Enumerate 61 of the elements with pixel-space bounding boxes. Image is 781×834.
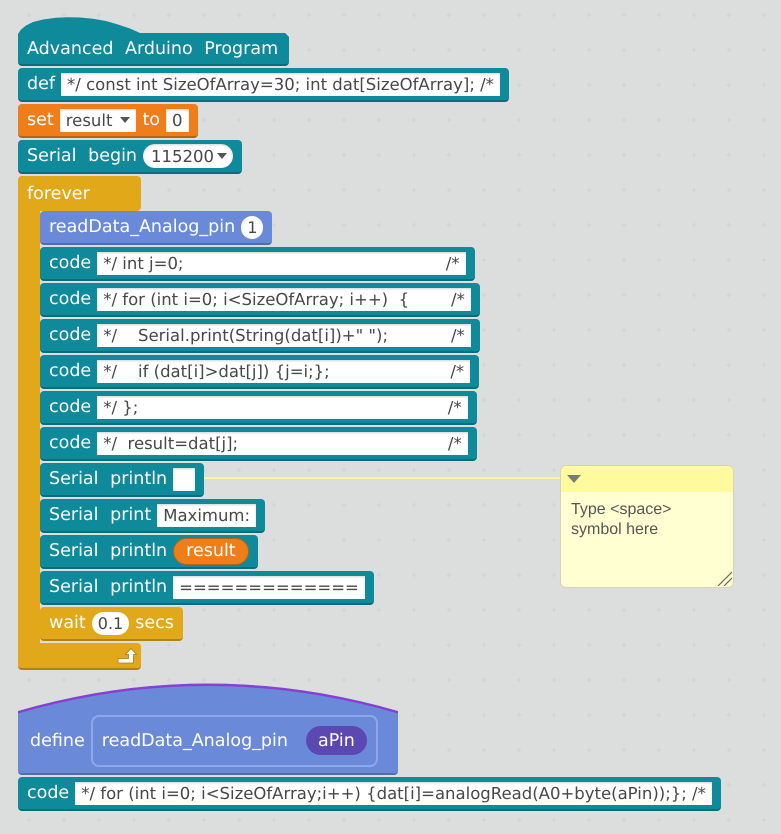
block-label: secs xyxy=(135,612,174,634)
block-label: code xyxy=(49,288,92,310)
text-input[interactable] xyxy=(173,468,196,490)
text-input[interactable]: */ for (int i=0; i<SizeOfArray; i++) { /* xyxy=(97,288,471,310)
number-input[interactable]: 1 xyxy=(241,216,264,238)
dropdown[interactable]: 115200 xyxy=(143,144,234,168)
script-block[interactable]: Serial print Maximum: xyxy=(40,499,266,533)
comment-text[interactable]: Type <space> symbol here xyxy=(571,500,723,540)
block-label: def xyxy=(27,73,56,95)
script-block[interactable]: Serial begin 115200 xyxy=(18,140,242,174)
block-label: Serial print xyxy=(49,504,152,526)
script-block[interactable]: def */ const int SizeOfArray=30; int dat[SizeOfArray]; /* xyxy=(18,68,509,102)
text-input[interactable]: */ Serial.print(String(dat[i])+" "); /* xyxy=(97,324,471,346)
block-label: readData_Analog_pin xyxy=(102,730,288,752)
block-label: Serial println xyxy=(49,576,168,598)
block-label: code xyxy=(49,360,92,382)
script-block[interactable]: Serial println xyxy=(40,463,204,497)
dropdown[interactable]: result xyxy=(60,108,136,132)
block-label: code xyxy=(49,432,92,454)
number-input[interactable]: 0.1 xyxy=(92,612,130,634)
block-label: Serial println xyxy=(49,468,168,490)
text-input[interactable]: */ }; /* xyxy=(97,396,468,418)
resize-handle-icon[interactable] xyxy=(716,570,732,586)
block-label: set xyxy=(27,109,54,131)
script-block[interactable]: code */ }; /* xyxy=(40,391,477,425)
script-block[interactable]: code */ if (dat[i]>dat[j]) {j=i;}; /* xyxy=(40,355,480,389)
script-block[interactable]: code */ int j=0; /* xyxy=(40,247,475,281)
script-block[interactable]: Serial println ============= xyxy=(40,571,374,605)
block-label: code xyxy=(49,252,92,274)
text-input[interactable]: */ if (dat[i]>dat[j]) {j=i;}; /* xyxy=(97,360,470,382)
block-label: forever xyxy=(27,182,90,204)
text-input[interactable]: */ int j=0; /* xyxy=(97,252,466,274)
script-block[interactable]: code */ result=dat[j]; /* xyxy=(40,427,477,461)
script-block[interactable]: code */ Serial.print(String(dat[i])+" "); /* xyxy=(40,319,480,353)
text-input[interactable]: Maximum: xyxy=(157,504,256,526)
block-label: Serial begin xyxy=(27,145,138,167)
script-block[interactable]: Serial println result xyxy=(40,535,258,569)
loop-arrow-icon xyxy=(117,648,137,664)
block-label: code xyxy=(49,324,92,346)
text-input[interactable]: */ const int SizeOfArray=30; int dat[SizeOfArray]; /* xyxy=(61,72,500,96)
block-label: define xyxy=(30,730,85,752)
text-input[interactable]: */ result=dat[j]; /* xyxy=(97,432,468,454)
script-block[interactable]: set result to 0 xyxy=(18,104,198,138)
block-label: Serial println xyxy=(49,540,168,562)
caret-icon xyxy=(120,117,130,123)
text-input[interactable]: ============= xyxy=(173,576,365,598)
collapse-triangle-icon[interactable] xyxy=(567,475,581,483)
script-block[interactable]: readData_Analog_pin 1 xyxy=(40,211,272,245)
caret-icon xyxy=(217,153,228,159)
script-block[interactable]: wait 0.1 secs xyxy=(40,607,183,641)
block-label: to xyxy=(142,109,160,131)
block-label: Advanced Arduino Program xyxy=(27,38,278,60)
text-input[interactable]: 0 xyxy=(166,108,189,132)
block-label: code xyxy=(27,782,70,804)
parameter-reporter[interactable]: aPin xyxy=(306,726,367,755)
block-label: code xyxy=(49,396,92,418)
script-block[interactable]: code */ for (int i=0; i<SizeOfArray;i++) {dat[i]=analogRead(A0+byte(aPin));}; /* xyxy=(18,777,721,811)
block-label: readData_Analog_pin xyxy=(49,216,236,238)
block-label: wait xyxy=(49,612,86,634)
text-input[interactable]: */ for (int i=0; i<SizeOfArray;i++) {dat[i]=analogRead(A0+byte(aPin));}; /* xyxy=(75,782,712,804)
script-block[interactable]: code */ for (int i=0; i<SizeOfArray; i++) { /* xyxy=(40,283,480,317)
